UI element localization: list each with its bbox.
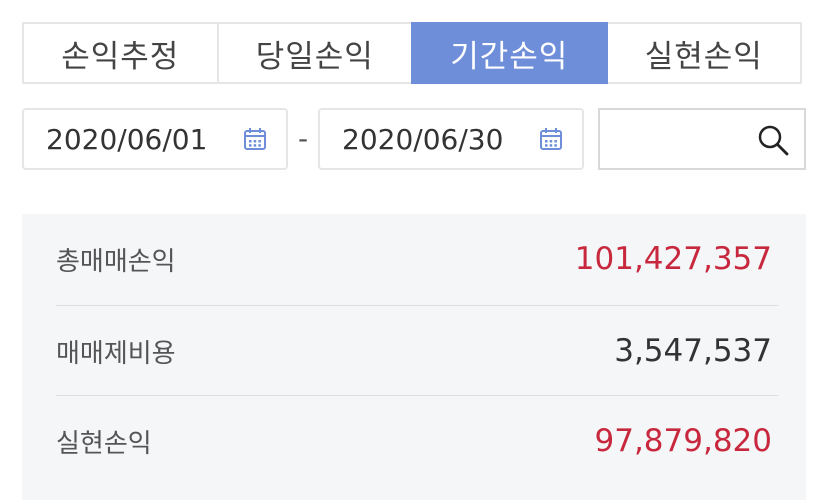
calendar-icon[interactable] [538, 126, 564, 152]
end-date-field[interactable]: 2020/06/30 [318, 108, 584, 170]
row-label: 매매제비용 [56, 338, 176, 369]
start-date-field[interactable]: 2020/06/01 [22, 108, 288, 170]
search-field[interactable] [598, 108, 806, 170]
row-value: 101,427,357 [574, 241, 772, 277]
summary-row-total-trading-profit: 총매매손익 101,427,357 [56, 214, 772, 304]
search-input[interactable] [608, 118, 752, 162]
summary-row-trading-costs: 매매제비용 3,547,537 [56, 306, 772, 396]
tab-period-profit[interactable]: 기간손익 [411, 22, 608, 84]
tab-realized-profit[interactable]: 실현손익 [605, 22, 802, 84]
profit-summary-panel: 총매매손익 101,427,357 매매제비용 3,547,537 실현손익 9… [22, 214, 806, 500]
end-date-value: 2020/06/30 [342, 122, 504, 156]
summary-row-realized-profit: 실현손익 97,879,820 [56, 396, 772, 486]
calendar-icon[interactable] [242, 126, 268, 152]
period-profit-screen: 손익추정 당일손익 기간손익 실현손익 2020/06/01 - 2020/06… [0, 0, 828, 500]
date-filter-row: 2020/06/01 - 2020/06/30 [22, 108, 806, 170]
tab-bar: 손익추정 당일손익 기간손익 실현손익 [22, 22, 802, 84]
tab-daily-profit[interactable]: 당일손익 [216, 22, 413, 84]
search-icon[interactable] [756, 123, 790, 157]
row-value: 3,547,537 [614, 333, 772, 369]
row-label: 총매매손익 [56, 246, 176, 277]
tab-estimated-profit[interactable]: 손익추정 [22, 22, 219, 84]
date-range-separator: - [297, 122, 309, 155]
row-value: 97,879,820 [594, 423, 773, 459]
row-label: 실현손익 [56, 428, 152, 459]
start-date-value: 2020/06/01 [46, 122, 208, 156]
